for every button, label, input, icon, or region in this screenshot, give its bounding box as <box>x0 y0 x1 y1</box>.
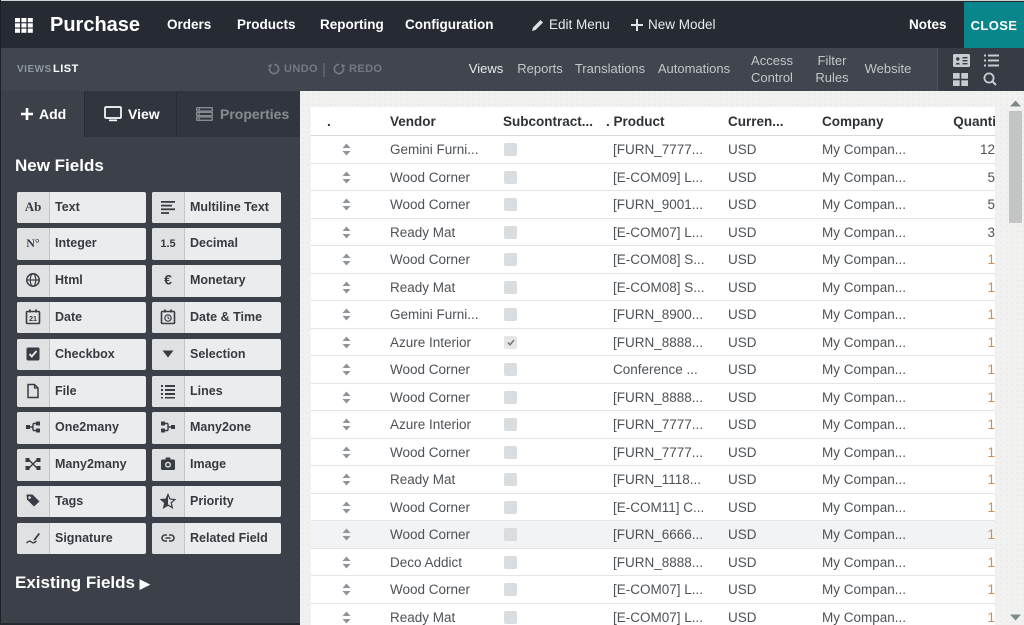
svg-text:N°: N° <box>26 236 40 250</box>
svg-text:21: 21 <box>29 316 37 323</box>
svg-text:1.5: 1.5 <box>160 238 175 250</box>
svg-text:Ab: Ab <box>25 199 41 214</box>
svg-text:€: € <box>164 272 172 288</box>
